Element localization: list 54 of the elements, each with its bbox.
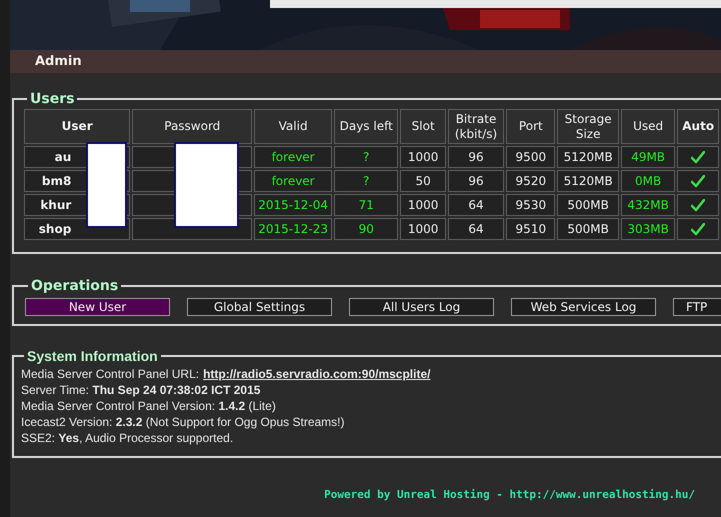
table-cell: 49MB	[620, 146, 676, 168]
column-header: Valid	[254, 109, 332, 144]
column-header: Slot	[400, 109, 446, 144]
column-header: Bitrate (kbit/s)	[448, 109, 504, 144]
info-label: Media Server Control Panel URL:	[21, 367, 200, 381]
info-text: Icecast2 Version: 2.3.2 (Not Support for Ogg Opus Streams!)	[21, 414, 346, 430]
section-title: Operations	[30, 278, 120, 294]
table-cell: 64	[448, 218, 504, 240]
section-title: System Information	[26, 348, 159, 364]
table-cell: 0MB	[620, 170, 676, 192]
table-cell: 500MB	[557, 194, 619, 216]
table-cell: 1000	[400, 146, 446, 168]
info-text: SSE2: Yes, Audio Processor supported.	[21, 430, 234, 446]
menu-button[interactable]: New User	[25, 298, 170, 316]
table-cell: 2015-12-23	[254, 218, 332, 240]
table-cell: 96	[448, 170, 504, 192]
table-cell: 9520	[506, 170, 556, 192]
column-header: User	[24, 109, 130, 144]
table-cell: 1000	[400, 194, 446, 216]
menu-button[interactable]: All Users Log	[349, 298, 494, 316]
table-cell: 71	[334, 194, 398, 216]
table-cell: ?	[334, 146, 398, 168]
column-header: Port	[506, 109, 556, 144]
section-title: Users	[29, 91, 76, 107]
table-cell: 5120MB	[557, 170, 619, 192]
url-link[interactable]: http://radio5.servradio.com:90/mscplite/	[203, 367, 430, 381]
table-cell: ?	[334, 170, 398, 192]
table-cell: forever	[254, 146, 332, 168]
column-header: Password	[132, 109, 252, 144]
info-text: Server Time: Thu Sep 24 07:38:02 ICT 2015	[21, 382, 262, 398]
table-cell: 5120MB	[557, 146, 619, 168]
nav-label: Admin	[35, 54, 82, 69]
table-cell: 9500	[506, 146, 556, 168]
info-text: Media Server Control Panel Version: 1.4.2 (Lite)	[21, 398, 277, 414]
menu-button[interactable]: Web Services Log	[511, 298, 656, 316]
table-cell: 9510	[506, 218, 556, 240]
table-cell: 1000	[400, 218, 446, 240]
table-cell: 96	[448, 146, 504, 168]
table-cell: 2015-12-04	[254, 194, 332, 216]
table-cell: 50	[400, 170, 446, 192]
table-cell: 64	[448, 194, 504, 216]
column-header: Storage Size	[557, 109, 619, 144]
menu-button[interactable]: Global Settings	[187, 298, 332, 316]
column-header: Used	[620, 109, 676, 144]
table-cell: 432MB	[620, 194, 676, 216]
column-header: Days left	[334, 109, 398, 144]
column-header: Auto	[677, 109, 719, 144]
table-cell: 9530	[506, 194, 556, 216]
table-cell: 90	[334, 218, 398, 240]
table-cell: forever	[254, 170, 332, 192]
menu-button[interactable]: FTP	[673, 298, 721, 316]
table-cell: 303MB	[620, 218, 676, 240]
table-cell: 500MB	[557, 218, 619, 240]
footer-text: Powered by Unreal Hosting - http://www.unrealhosting.hu/	[323, 488, 696, 501]
